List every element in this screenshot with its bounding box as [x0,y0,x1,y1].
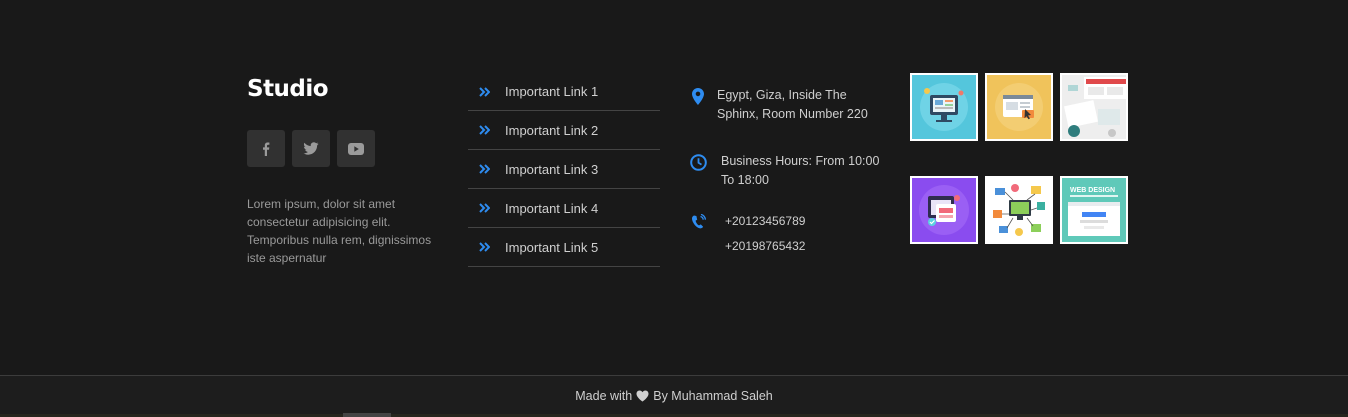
twitter-button[interactable] [292,130,330,167]
credits: Made with By Muhammad Saleh [575,389,773,403]
double-chevron-right-icon [479,85,493,99]
hours-row: Business Hours: From 10:00 To 18:00 [688,152,881,190]
double-chevron-right-icon [479,162,493,176]
svg-text:WEB DESIGN: WEB DESIGN [1070,187,1115,194]
address-row: Egypt, Giza, Inside The Sphinx, Room Num… [688,86,887,124]
phone-number[interactable]: +20123456789 [725,209,805,234]
facebook-icon [263,142,270,156]
link-item-2[interactable]: Important Link 2 [468,111,660,150]
hours-text: Business Hours: From 10:00 To 18:00 [721,154,880,187]
footer: Studio Lorem ipsum, dolor sit amet conse… [0,0,1348,375]
link-label: Important Link 5 [505,239,599,255]
link-item-1[interactable]: Important Link 1 [468,73,660,111]
youtube-icon [348,142,364,155]
double-chevron-right-icon [479,201,493,215]
scrollbar-thumb[interactable] [343,413,391,417]
double-chevron-right-icon [479,123,493,137]
phone-icon [688,214,708,259]
link-item-4[interactable]: Important Link 4 [468,189,660,228]
studio-title: Studio [247,76,329,102]
studio-column: Studio Lorem ipsum, dolor sit amet conse… [247,74,437,265]
link-label: Important Link 3 [505,161,599,177]
clock-icon [688,154,708,190]
bottom-bar: Made with By Muhammad Saleh [0,375,1348,417]
gallery-image[interactable] [985,176,1053,244]
link-label: Important Link 1 [505,84,599,99]
gallery-image[interactable] [985,73,1053,141]
gallery-image[interactable] [910,73,978,141]
link-item-5[interactable]: Important Link 5 [468,228,660,267]
address-text: Egypt, Giza, Inside The Sphinx, Room Num… [717,88,868,121]
phone-row: +20123456789 +20198765432 [688,209,805,259]
phone-list: +20123456789 +20198765432 [725,209,805,259]
link-label: Important Link 2 [505,122,599,138]
gallery-image[interactable] [1060,73,1128,141]
gallery-image[interactable] [910,176,978,244]
heart-icon [636,390,649,401]
map-pin-icon [688,88,708,124]
double-chevron-right-icon [479,240,493,254]
gallery-image[interactable]: WEB DESIGN [1060,176,1128,244]
link-item-3[interactable]: Important Link 3 [468,150,660,189]
studio-description: Lorem ipsum, dolor sit amet consectetur … [247,197,432,265]
author-text: By Muhammad Saleh [653,388,773,403]
twitter-icon [303,141,319,155]
youtube-button[interactable] [337,130,375,167]
phone-number[interactable]: +20198765432 [725,234,805,259]
social-links [247,130,375,167]
facebook-button[interactable] [247,130,285,167]
important-links: Important Link 1 Important Link 2 Import… [468,73,660,267]
made-with-text: Made with [575,388,633,403]
link-label: Important Link 4 [505,200,599,216]
